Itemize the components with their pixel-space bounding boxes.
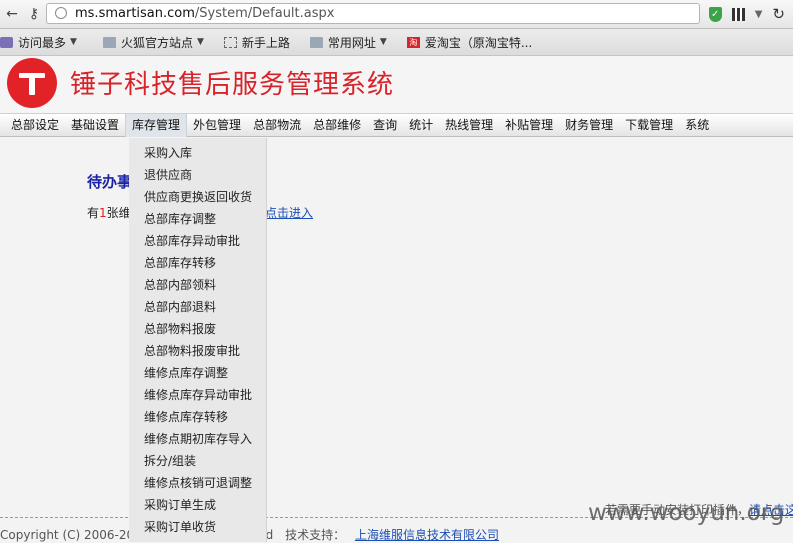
menu-item[interactable]: 总部维修	[307, 114, 367, 137]
recent-icon	[0, 36, 13, 48]
dropdown-icon[interactable]: ▼	[755, 9, 763, 20]
page-icon	[223, 36, 237, 48]
dropdown-item[interactable]: 拆分/组装	[144, 452, 196, 469]
dropdown-item[interactable]: 退供应商	[144, 166, 192, 183]
key-icon[interactable]: ⚷	[24, 4, 44, 24]
dropdown-item[interactable]: 总部物料报废审批	[144, 342, 240, 359]
bookmark-item[interactable]: 火狐官方站点 ▼	[102, 34, 204, 51]
smartisan-logo	[7, 58, 57, 108]
bookmarks-bar: 访问最多 ▼ 火狐官方站点 ▼ 新手上路 常用网址 ▼ 淘爱淘宝（原淘宝特...	[0, 29, 793, 56]
bookmark-label: 火狐官方站点	[120, 35, 193, 50]
bookmark-item[interactable]: 新手上路	[223, 34, 290, 51]
globe-icon	[55, 7, 67, 19]
watermark: www.wooyun.org	[588, 500, 785, 526]
folder-icon	[309, 36, 323, 48]
support-link[interactable]: 上海维服信息技术有限公司	[355, 528, 499, 542]
dropdown-item[interactable]: 总部库存转移	[144, 254, 216, 271]
taobao-icon: 淘	[406, 36, 420, 48]
url-input[interactable]: ms.smartisan.com/System/Default.aspx	[46, 3, 700, 24]
dropdown-item[interactable]: 维修点库存转移	[144, 408, 228, 425]
menu-item[interactable]: 基础设置	[65, 114, 125, 137]
menu-item[interactable]: 库存管理	[125, 113, 188, 137]
dropdown-item[interactable]: 总部内部领料	[144, 276, 216, 293]
dropdown-item[interactable]: 总部库存异动审批	[144, 232, 240, 249]
folder-icon	[102, 36, 116, 48]
chevron-down-icon: ▼	[379, 37, 387, 47]
bookmark-label: 访问最多	[18, 35, 67, 50]
dropdown-item[interactable]: 维修点库存异动审批	[144, 386, 252, 403]
dropdown-item[interactable]: 供应商更换返回收货	[144, 188, 252, 205]
qr-code-icon[interactable]	[731, 7, 745, 21]
menu-item[interactable]: 下载管理	[619, 114, 679, 137]
menu-item[interactable]: 总部物流	[247, 114, 307, 137]
enter-link[interactable]: 点击进入	[265, 204, 313, 221]
menu-item[interactable]: 系统	[679, 114, 715, 137]
menu-item[interactable]: 总部设定	[5, 114, 65, 137]
inventory-dropdown: 采购入库退供应商供应商更换返回收货 总部库存调整总部库存异动审批 总部库存转移 总部内…	[129, 138, 267, 542]
chevron-down-icon: ▼	[196, 37, 204, 47]
bookmark-label: 常用网址	[327, 35, 376, 50]
main-menu: 总部设定 基础设置 库存管理 外包管理 总部物流 总部维修 查询 统计 热线管理 补贴管理 财务管理…	[0, 113, 793, 137]
bookmark-item[interactable]: 常用网址 ▼	[309, 34, 387, 51]
back-arrow-icon[interactable]: ←	[2, 4, 22, 24]
url-text: ms.smartisan.com/System/Default.aspx	[75, 6, 335, 21]
pending-tasks-title: 待办事	[87, 173, 133, 191]
support-label: 技术支持：	[285, 528, 346, 542]
page-title: 锤子科技售后服务管理系统	[70, 70, 395, 100]
dropdown-item[interactable]: 总部内部退料	[144, 298, 216, 315]
site-header: 锤子科技售后服务管理系统	[0, 56, 793, 114]
dropdown-item[interactable]: 采购订单收货	[144, 518, 216, 535]
menu-item[interactable]: 查询	[367, 114, 403, 137]
dropdown-item[interactable]: 维修点库存调整	[144, 364, 228, 381]
bookmark-item[interactable]: 访问最多 ▼	[0, 34, 77, 51]
bookmark-label: 爱淘宝（原淘宝特...	[424, 35, 533, 50]
dropdown-item[interactable]: 采购入库	[144, 144, 192, 161]
bookmark-label: 新手上路	[241, 35, 290, 50]
pending-notice: 有1张维	[87, 206, 131, 220]
dropdown-item[interactable]: 采购订单生成	[144, 496, 216, 513]
dropdown-item[interactable]: 总部库存调整	[144, 210, 216, 227]
menu-item[interactable]: 财务管理	[559, 114, 619, 137]
dropdown-item[interactable]: 维修点核销可退调整	[144, 474, 252, 491]
dropdown-item[interactable]: 总部物料报废	[144, 320, 216, 337]
bookmark-item[interactable]: 淘爱淘宝（原淘宝特...	[406, 34, 533, 51]
menu-item[interactable]: 统计	[403, 114, 439, 137]
menu-item[interactable]: 补贴管理	[499, 114, 559, 137]
menu-item[interactable]: 热线管理	[439, 114, 499, 137]
shield-icon[interactable]: ✓	[708, 6, 722, 22]
reload-icon[interactable]: ↻	[772, 5, 785, 23]
menu-item[interactable]: 外包管理	[187, 114, 247, 137]
browser-toolbar: ← ⚷ ms.smartisan.com/System/Default.aspx…	[0, 0, 793, 29]
chevron-down-icon: ▼	[70, 37, 77, 47]
dropdown-item[interactable]: 维修点期初库存导入	[144, 430, 252, 447]
